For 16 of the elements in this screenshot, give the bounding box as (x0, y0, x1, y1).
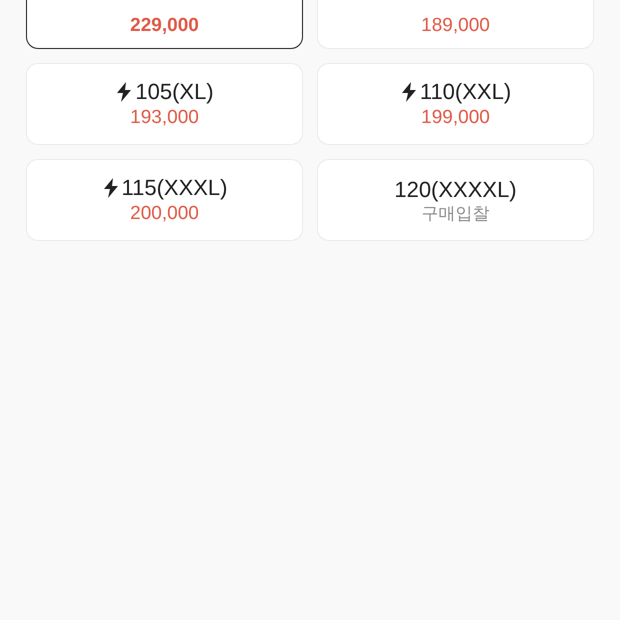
size-label: 105(XL) (135, 78, 214, 106)
size-option[interactable]: 120(XXXXL) 구매입찰 (317, 159, 594, 241)
size-label: 115(XXXL) (122, 174, 228, 202)
price-label: 189,000 (421, 14, 490, 38)
size-option[interactable]: 110(XXL) 199,000 (317, 63, 594, 145)
price-label: 200,000 (130, 202, 199, 226)
size-label: 120(XXXXL) (394, 176, 517, 204)
price-label: 199,000 (421, 106, 490, 130)
bid-label: 구매입찰 (422, 203, 490, 224)
size-option[interactable]: 229,000 (26, 0, 303, 49)
size-option[interactable]: 189,000 (317, 0, 594, 49)
size-option[interactable]: 105(XL) 193,000 (26, 63, 303, 145)
size-option[interactable]: 115(XXXL) 200,000 (26, 159, 303, 241)
price-label: 193,000 (130, 106, 199, 130)
size-label: 110(XXL) (420, 78, 512, 106)
price-label: 229,000 (130, 14, 199, 38)
